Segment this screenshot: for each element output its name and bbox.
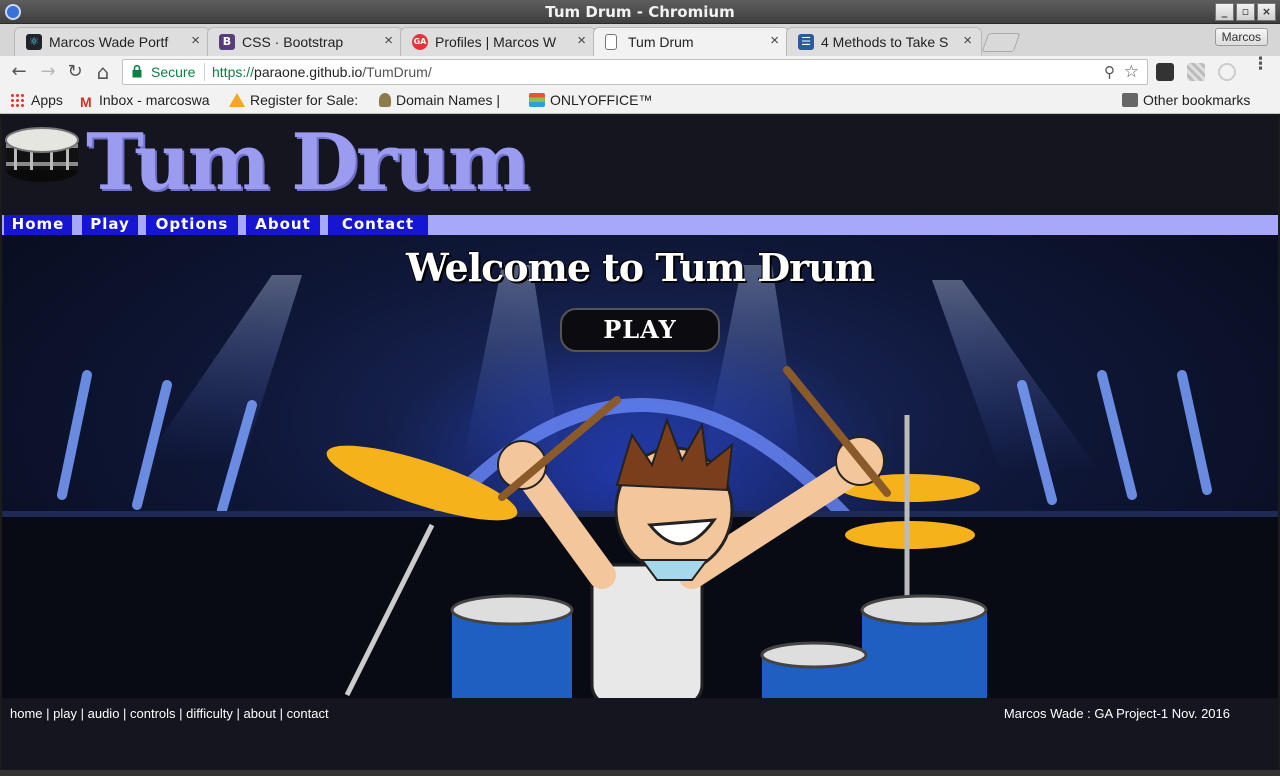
footer-link-contact[interactable]: contact bbox=[287, 706, 329, 721]
nav-play[interactable]: Play bbox=[82, 215, 138, 235]
ga-icon: GA bbox=[412, 34, 428, 50]
reload-button[interactable]: ↻ bbox=[64, 61, 86, 83]
site-footer: home | play | audio | controls | difficu… bbox=[2, 698, 1278, 770]
tab-title: Tum Drum bbox=[628, 34, 694, 50]
forward-button[interactable]: → bbox=[37, 61, 59, 83]
lock-icon bbox=[132, 65, 142, 78]
footer-link-home[interactable]: home bbox=[10, 706, 43, 721]
tab-close-icon[interactable]: × bbox=[577, 32, 586, 49]
minimize-button[interactable]: _ bbox=[1215, 3, 1234, 21]
window-title: Tum Drum - Chromium bbox=[545, 3, 735, 21]
nav-home[interactable]: Home bbox=[4, 215, 72, 235]
bookmark-label: ONLYOFFICE™ bbox=[550, 92, 653, 108]
onlyoffice-icon bbox=[529, 93, 545, 107]
site-nav: Home Play Options About Contact bbox=[2, 215, 1278, 235]
omnibox-divider bbox=[204, 63, 205, 81]
bookmarks-bar: Apps M Inbox - marcoswa Register for Sale… bbox=[0, 88, 1280, 114]
tab-strip: ⚛ Marcos Wade Portf × B CSS · Bootstrap … bbox=[0, 24, 1280, 56]
extension-icon[interactable] bbox=[1187, 63, 1205, 81]
footer-credit: Marcos Wade : GA Project-1 Nov. 2016 bbox=[1003, 706, 1230, 721]
url-host: paraone.github.io bbox=[254, 64, 363, 80]
tab-4-methods[interactable]: ☰ 4 Methods to Take S × bbox=[786, 27, 982, 56]
secure-label: Secure bbox=[151, 64, 196, 80]
bootstrap-icon: B bbox=[219, 34, 235, 50]
menu-icon[interactable]: ⋮ bbox=[1252, 56, 1269, 73]
register-icon bbox=[229, 93, 245, 107]
react-icon: ⚛ bbox=[26, 34, 42, 50]
back-button[interactable]: ← bbox=[8, 61, 30, 83]
web-page: Tum Drum Home Play Options About Contact bbox=[2, 115, 1278, 770]
tab-marcos-wade-portfolio[interactable]: ⚛ Marcos Wade Portf × bbox=[14, 27, 210, 56]
close-window-button[interactable]: × bbox=[1257, 3, 1276, 21]
stage-hero: Welcome to Tum Drum PLAY bbox=[2, 235, 1278, 698]
bookmark-inbox[interactable]: M Inbox - marcoswa bbox=[80, 92, 220, 108]
apps-grid-icon bbox=[10, 93, 26, 107]
tab-title: 4 Methods to Take S bbox=[821, 34, 949, 50]
extension-icon[interactable] bbox=[1156, 63, 1174, 81]
bookmark-label: Apps bbox=[31, 92, 63, 108]
maximize-button[interactable]: ▫ bbox=[1236, 3, 1255, 21]
footer-link-audio[interactable]: audio bbox=[88, 706, 120, 721]
nav-contact[interactable]: Contact bbox=[328, 215, 428, 235]
tab-close-icon[interactable]: × bbox=[384, 32, 393, 49]
tab-close-icon[interactable]: × bbox=[963, 32, 972, 49]
bookmark-domain-names[interactable]: Domain Names | bbox=[379, 92, 500, 108]
footer-link-about[interactable]: about bbox=[244, 706, 277, 721]
snare-drum-logo bbox=[5, 127, 79, 182]
stage-background bbox=[2, 265, 1278, 698]
extension-icon[interactable] bbox=[1218, 63, 1236, 81]
welcome-heading: Welcome to Tum Drum bbox=[405, 245, 875, 290]
other-bookmarks[interactable]: Other bookmarks bbox=[1122, 92, 1250, 108]
new-tab-button[interactable] bbox=[981, 33, 1021, 52]
nav-about[interactable]: About bbox=[246, 215, 320, 235]
tab-css-bootstrap[interactable]: B CSS · Bootstrap × bbox=[207, 27, 403, 56]
browser-toolbar: ← → ↻ ⌂ Secure https://paraone.github.io… bbox=[0, 56, 1280, 88]
bookmark-label: Inbox - marcoswa bbox=[99, 92, 210, 108]
bookmark-apps[interactable]: Apps bbox=[10, 92, 63, 108]
bookmark-onlyoffice[interactable]: ONLYOFFICE™ bbox=[529, 92, 652, 108]
profile-button[interactable]: Marcos bbox=[1214, 28, 1268, 46]
tab-close-icon[interactable]: × bbox=[770, 32, 779, 49]
folder-icon bbox=[1122, 93, 1138, 107]
site-title: Tum Drum bbox=[86, 117, 530, 208]
footer-link-difficulty[interactable]: difficulty bbox=[186, 706, 233, 721]
url-text[interactable]: https://paraone.github.io/TumDrum/ bbox=[212, 64, 432, 80]
tab-profiles[interactable]: GA Profiles | Marcos W × bbox=[400, 27, 596, 56]
address-bar[interactable]: Secure https://paraone.github.io/TumDrum… bbox=[122, 59, 1148, 85]
url-scheme: https:// bbox=[212, 64, 255, 80]
tab-title: CSS · Bootstrap bbox=[242, 34, 344, 50]
home-button[interactable]: ⌂ bbox=[92, 61, 114, 83]
window-bottom-border bbox=[0, 770, 1280, 776]
play-button[interactable]: PLAY bbox=[560, 308, 720, 352]
footer-link-controls[interactable]: controls bbox=[130, 706, 176, 721]
tab-close-icon[interactable]: × bbox=[191, 32, 200, 49]
window-titlebar: Tum Drum - Chromium _ ▫ × bbox=[0, 0, 1280, 24]
bookmark-star-icon[interactable]: ☆ bbox=[1124, 62, 1139, 82]
bookmark-label: Register for Sale: bbox=[250, 92, 359, 108]
footer-link-play[interactable]: play bbox=[53, 706, 77, 721]
bookmark-label: Domain Names | bbox=[396, 92, 501, 108]
nav-options[interactable]: Options bbox=[146, 215, 238, 235]
domain-icon bbox=[379, 93, 391, 107]
bookmark-label: Other bookmarks bbox=[1143, 92, 1251, 108]
tab-title: Profiles | Marcos W bbox=[435, 34, 557, 50]
gmail-icon: M bbox=[80, 94, 92, 108]
url-path: /TumDrum/ bbox=[362, 64, 432, 80]
wikihow-icon: ☰ bbox=[798, 34, 814, 50]
page-icon bbox=[605, 34, 617, 50]
tab-title: Marcos Wade Portf bbox=[49, 34, 169, 50]
zoom-icon[interactable]: ⚲ bbox=[1104, 63, 1115, 81]
bookmark-register[interactable]: Register for Sale: bbox=[229, 92, 369, 108]
footer-links: home | play | audio | controls | difficu… bbox=[10, 706, 329, 721]
tab-tum-drum[interactable]: Tum Drum × bbox=[593, 27, 789, 56]
